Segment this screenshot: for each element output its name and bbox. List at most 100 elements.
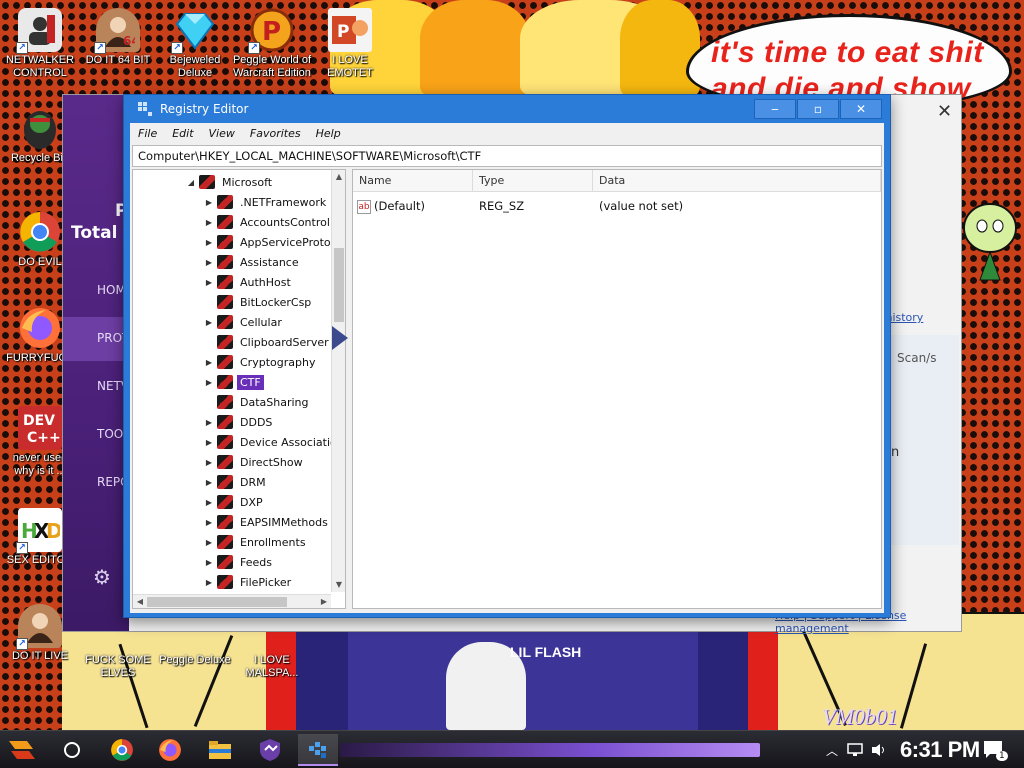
tree-item[interactable]: ▶ Device Association Framework (203, 432, 345, 452)
svg-text:DEV: DEV (23, 413, 55, 429)
show-hidden-icons-chevron-icon[interactable]: ︿ (826, 731, 838, 768)
start-button[interactable] (2, 734, 42, 766)
expand-chevron-icon[interactable]: ▶ (203, 258, 215, 267)
menu-help[interactable]: Help (316, 127, 341, 140)
key-folder-icon (217, 275, 233, 289)
tree-item[interactable]: ▶ Cellular (203, 312, 285, 332)
desktop-icon-do-it-64-bit[interactable]: 64 ↗ DO IT 64 BIT (80, 8, 156, 67)
expand-chevron-icon[interactable]: ▶ (203, 518, 215, 527)
tree-item-microsoft[interactable]: ◢ Microsoft (185, 172, 275, 192)
taskbar-firefox[interactable] (150, 734, 190, 766)
registry-values-list[interactable]: Name Type Data ab (Default) REG_SZ (value… (352, 169, 882, 609)
tree-item-label: Cryptography (240, 355, 316, 369)
taskbar-file-explorer[interactable] (200, 734, 240, 766)
tree-vertical-scrollbar[interactable]: ▲ ▼ (331, 170, 345, 592)
tree-item[interactable]: ▶ Enrollments (203, 532, 309, 552)
expand-chevron-icon[interactable]: ▶ (203, 378, 215, 387)
settings-gear-icon[interactable]: ⚙ (93, 565, 115, 589)
menu-favorites[interactable]: Favorites (250, 127, 301, 140)
taskbar-clock[interactable]: 6:31 PM (900, 737, 980, 763)
taskbar-cortana[interactable] (52, 734, 92, 766)
tree-item[interactable]: ▶ DRM (203, 472, 269, 492)
scroll-down-icon[interactable]: ▼ (332, 578, 345, 592)
antivirus-nav-protection[interactable]: PROT (63, 317, 129, 361)
scroll-right-icon[interactable]: ▶ (317, 595, 331, 608)
expand-chevron-icon[interactable]: ▶ (203, 238, 215, 247)
desktop-icon-fuck-some-elves[interactable]: FUCK SOME ELVES (80, 632, 156, 680)
taskbar-registry-editor[interactable] (298, 734, 338, 766)
antivirus-close-icon[interactable]: ✕ (937, 101, 952, 122)
expand-chevron-icon[interactable]: ▶ (203, 358, 215, 367)
address-bar[interactable]: Computer\HKEY_LOCAL_MACHINE\SOFTWARE\Mic… (132, 145, 882, 167)
maximize-button[interactable]: ▫ (797, 99, 839, 119)
tree-item[interactable]: ▶ DXP (203, 492, 266, 512)
key-folder-icon (217, 235, 233, 249)
column-header-name[interactable]: Name (353, 170, 473, 192)
scroll-thumb[interactable] (147, 597, 287, 607)
antivirus-nav-home[interactable]: HOM (97, 283, 126, 297)
tree-item[interactable]: ▶ DirectShow (203, 452, 306, 472)
expand-chevron-icon[interactable]: ▶ (203, 458, 215, 467)
tree-item[interactable]: ▶ FilePicker (203, 572, 294, 592)
expand-chevron-icon[interactable]: ▶ (203, 538, 215, 547)
registry-key-tree[interactable]: ◢ Microsoft ▶ .NETFramework ▶ AccountsContr… (132, 169, 346, 609)
column-header-data[interactable]: Data (593, 170, 881, 192)
expand-chevron-icon[interactable]: ▶ (203, 318, 215, 327)
close-button[interactable]: ✕ (840, 99, 882, 119)
expand-chevron-icon[interactable]: ▶ (203, 558, 215, 567)
chrome-icon (18, 210, 62, 254)
expand-chevron-icon[interactable]: ▶ (203, 198, 215, 207)
tree-item-label: DataSharing (240, 395, 309, 409)
menu-file[interactable]: File (138, 127, 157, 140)
scroll-up-icon[interactable]: ▲ (332, 170, 345, 184)
tree-item[interactable]: BitLockerCsp (203, 292, 314, 312)
user-account-icon: ↗ (16, 8, 62, 54)
scroll-left-icon[interactable]: ◀ (133, 595, 147, 608)
tree-item[interactable]: ▶ DDDS (203, 412, 275, 432)
action-center-button[interactable]: 1 (982, 731, 1008, 768)
taskbar-antivirus[interactable] (250, 734, 290, 766)
tree-horizontal-scrollbar[interactable]: ◀ ▶ (133, 594, 331, 608)
desktop-icon-i-love-emotet[interactable]: P I LOVE EMOTET (312, 8, 388, 80)
art-line (899, 643, 928, 729)
menu-view[interactable]: View (209, 127, 235, 140)
tree-item[interactable]: DataSharing (203, 392, 312, 412)
antivirus-shield-icon (260, 739, 280, 761)
network-icon[interactable] (846, 731, 864, 768)
value-data: (value not set) (599, 199, 684, 213)
desktop-icon-peggle-wow[interactable]: P ↗ Peggle World of Warcraft Edition (233, 8, 311, 80)
registry-value-row[interactable]: ab (Default) REG_SZ (value not set) (353, 196, 881, 216)
antivirus-sidebar: P Total HOM PROT NETV TOOL REPO ⚙ (63, 95, 130, 631)
tree-item[interactable]: ▶ AccountsControl (203, 212, 333, 232)
tree-item[interactable]: ▶ CTF (203, 372, 264, 392)
tree-item[interactable]: ▶ AppServiceProtocols (203, 232, 345, 252)
desktop-icon-i-love-malspam[interactable]: I LOVE MALSPA... (234, 632, 310, 680)
key-folder-icon (217, 535, 233, 549)
column-header-type[interactable]: Type (473, 170, 593, 192)
expanded-chevron-icon[interactable]: ◢ (185, 178, 197, 187)
registry-editor-window[interactable]: Registry Editor ‒ ▫ ✕ File Edit View Fav… (123, 94, 891, 618)
expand-chevron-icon[interactable]: ▶ (203, 578, 215, 587)
scroll-thumb[interactable] (334, 248, 344, 322)
tree-item[interactable]: ▶ .NETFramework (203, 192, 329, 212)
desktop-icon-netwalker[interactable]: ↗ NETWALKER CONTROL (2, 8, 78, 80)
expand-chevron-icon[interactable]: ▶ (203, 218, 215, 227)
tree-item[interactable]: ▶ Feeds (203, 552, 275, 572)
tree-item-label: ClipboardServer (240, 335, 329, 349)
tree-item[interactable]: ClipboardServer (203, 332, 332, 352)
taskbar-chrome[interactable] (102, 734, 142, 766)
minimize-button[interactable]: ‒ (754, 99, 796, 119)
splitter-arrow-icon[interactable] (332, 326, 348, 350)
expand-chevron-icon[interactable]: ▶ (203, 438, 215, 447)
tree-item[interactable]: ▶ Cryptography (203, 352, 318, 372)
tree-item[interactable]: ▶ EAPSIMMethods (203, 512, 331, 532)
desktop-icon-peggle-deluxe[interactable]: Peggle Deluxe (157, 632, 233, 667)
expand-chevron-icon[interactable]: ▶ (203, 498, 215, 507)
volume-icon[interactable] (870, 731, 888, 768)
tree-item[interactable]: ▶ AuthHost (203, 272, 294, 292)
tree-item[interactable]: ▶ Assistance (203, 252, 302, 272)
expand-chevron-icon[interactable]: ▶ (203, 418, 215, 427)
expand-chevron-icon[interactable]: ▶ (203, 278, 215, 287)
menu-edit[interactable]: Edit (172, 127, 193, 140)
expand-chevron-icon[interactable]: ▶ (203, 478, 215, 487)
